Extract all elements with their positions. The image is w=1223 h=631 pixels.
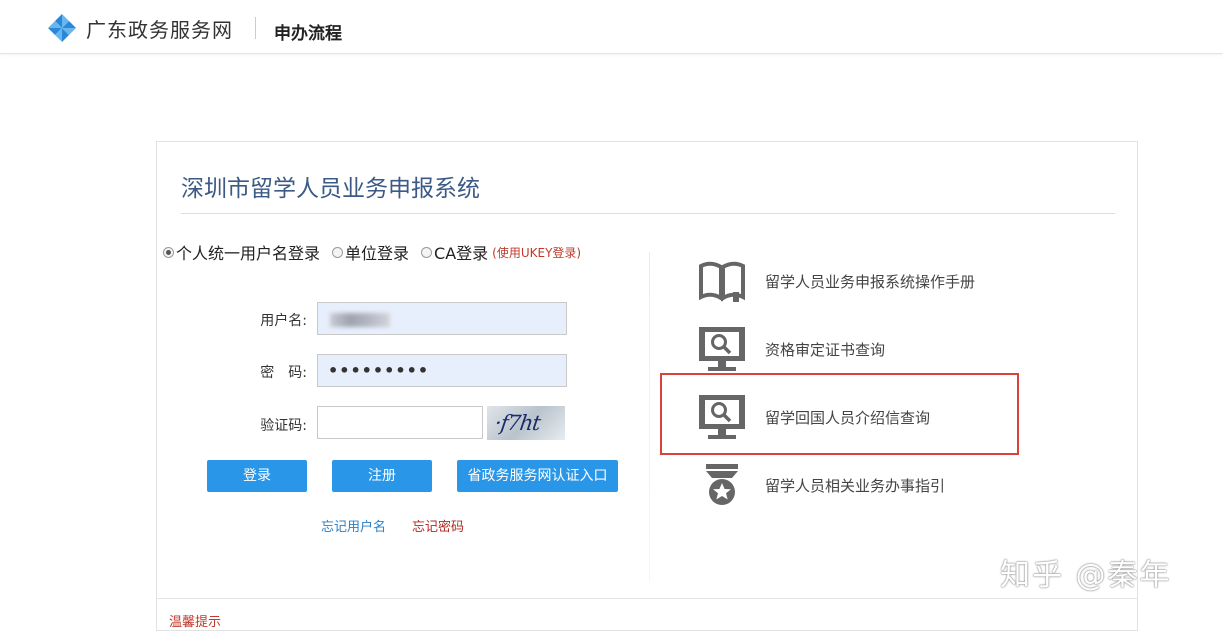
service-label: 留学人员业务申报系统操作手册 xyxy=(765,272,976,291)
column-separator xyxy=(649,252,650,582)
monitor-search-icon xyxy=(697,324,747,374)
password-label: 密 码: xyxy=(260,365,307,381)
username-label: 用户名: xyxy=(260,313,307,329)
top-navbar: 广东政务服务网 申办流程 xyxy=(0,0,1223,54)
radio-unit[interactable] xyxy=(332,246,344,258)
login-button[interactable]: 登录 xyxy=(207,460,307,492)
login-type-selector: 个人统一用户名登录 单位登录 CA登录 (使用UKEY登录) xyxy=(163,240,581,264)
radio-ca[interactable] xyxy=(421,246,433,258)
login-type-personal-label: 个人统一用户名登录 xyxy=(176,244,321,263)
header-divider xyxy=(255,17,256,39)
captcha-input[interactable] xyxy=(317,406,483,439)
service-label: 留学人员相关业务办事指引 xyxy=(765,476,946,495)
portal-login-button[interactable]: 省政务服务网认证入口 xyxy=(457,460,618,492)
system-title: 深圳市留学人员业务申报系统 xyxy=(181,176,480,202)
watermark-text: 知乎 @秦年 xyxy=(1000,558,1172,593)
password-input[interactable]: ••••••••• xyxy=(317,354,567,387)
open-book-icon xyxy=(697,256,747,306)
redacted-username xyxy=(330,313,390,327)
pinwheel-logo-icon[interactable] xyxy=(46,12,78,44)
ca-note: (使用UKEY登录) xyxy=(492,245,582,260)
forgot-username-link[interactable]: 忘记用户名 xyxy=(321,516,386,535)
service-certificate-query[interactable]: 资格审定证书查询 xyxy=(697,324,885,374)
tip-heading: 温馨提示 xyxy=(169,615,222,630)
title-divider xyxy=(181,213,1115,214)
star-badge-icon xyxy=(697,460,747,510)
page-section-title: 申办流程 xyxy=(274,24,342,44)
login-type-unit[interactable]: 单位登录 xyxy=(332,240,409,264)
forgot-password-link[interactable]: 忘记密码 xyxy=(412,516,464,535)
service-manual[interactable]: 留学人员业务申报系统操作手册 xyxy=(697,256,975,306)
login-type-personal[interactable]: 个人统一用户名登录 xyxy=(163,240,320,264)
login-type-unit-label: 单位登录 xyxy=(345,244,410,263)
login-type-ca-label: CA登录 xyxy=(434,244,489,263)
captcha-image[interactable]: ·f7ht xyxy=(487,406,565,440)
site-name[interactable]: 广东政务服务网 xyxy=(86,14,233,43)
login-type-ca[interactable]: CA登录 (使用UKEY登录) xyxy=(421,240,581,264)
captcha-text: ·f7ht xyxy=(493,411,542,435)
login-panel: 深圳市留学人员业务申报系统 个人统一用户名登录 单位登录 CA登录 (使用UKE… xyxy=(156,141,1138,631)
service-guide[interactable]: 留学人员相关业务办事指引 xyxy=(697,460,945,510)
service-label: 资格审定证书查询 xyxy=(765,340,886,359)
radio-personal[interactable] xyxy=(163,246,174,258)
bottom-divider xyxy=(157,598,1137,599)
register-button[interactable]: 注册 xyxy=(332,460,432,492)
highlight-box xyxy=(660,373,1019,455)
username-input[interactable] xyxy=(317,302,567,335)
captcha-label: 验证码: xyxy=(260,418,307,434)
